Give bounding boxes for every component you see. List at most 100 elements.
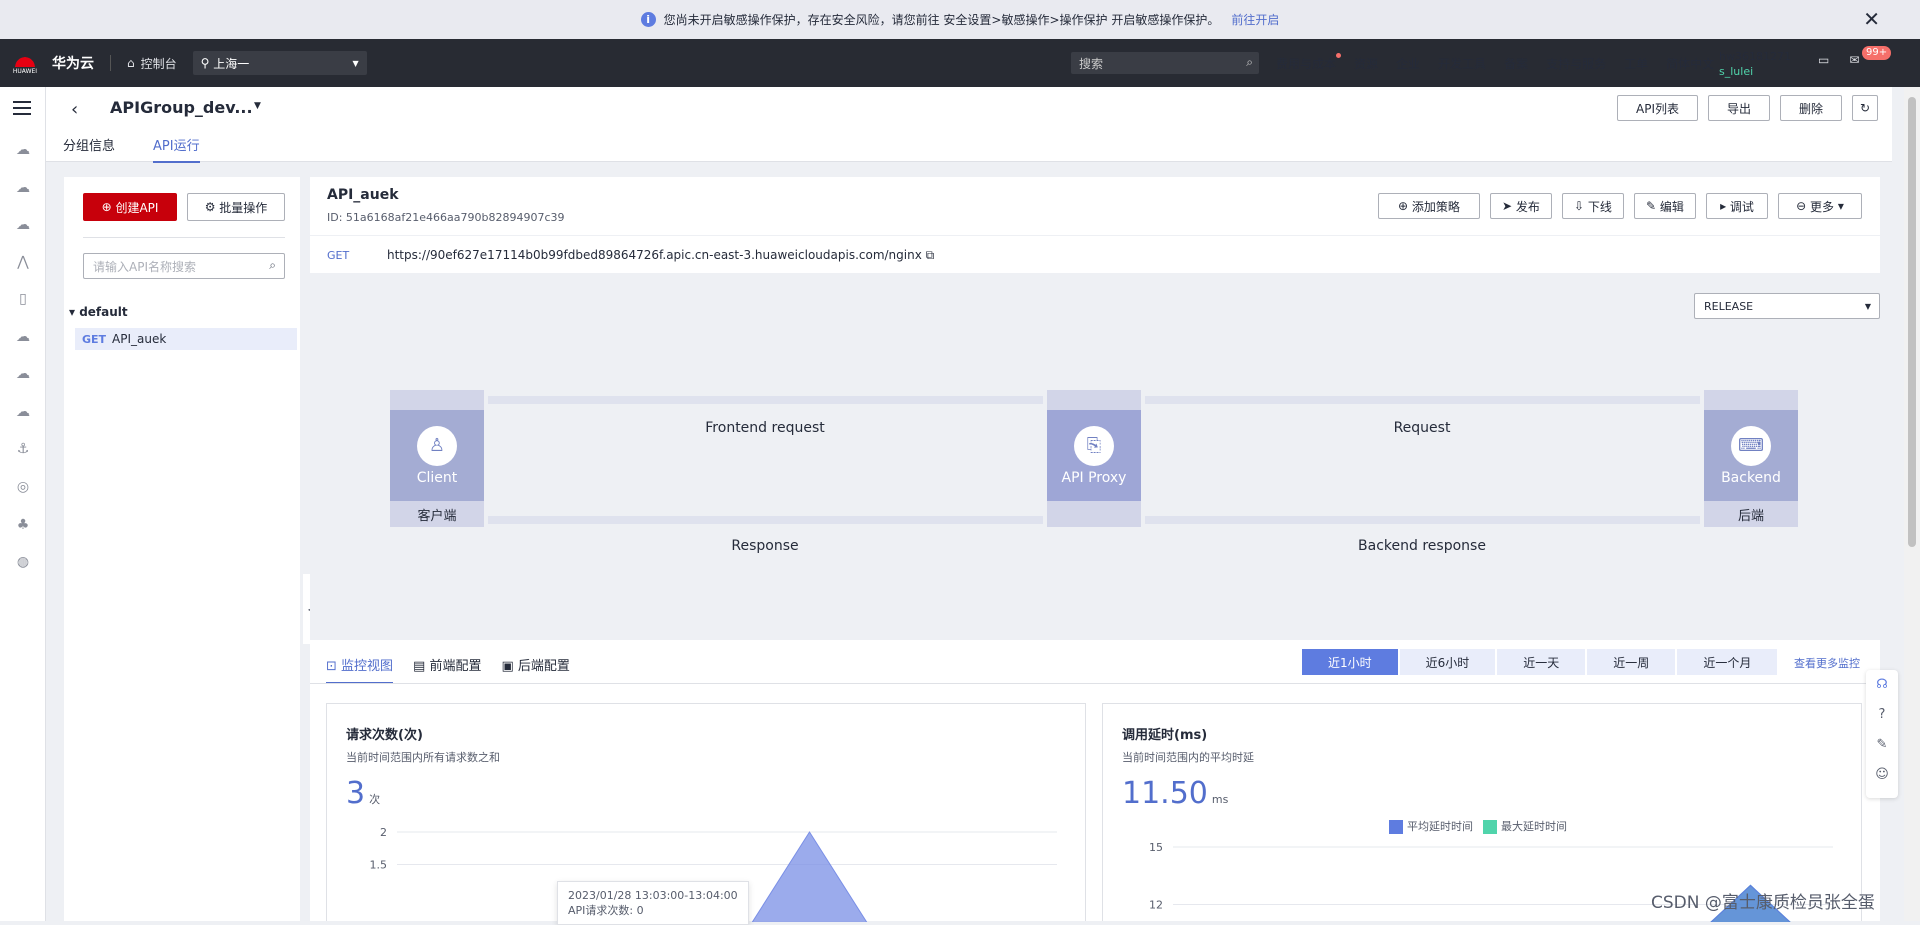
legend-avg[interactable]: 平均延时时间 — [1389, 818, 1473, 834]
legend-max[interactable]: 最大延时时间 — [1483, 818, 1567, 834]
range-1w-button[interactable]: 近一周 — [1587, 649, 1676, 675]
nav-link-enterprise[interactable]: 企业 — [1396, 55, 1420, 72]
nav-link-devtools[interactable]: 开发工具 — [1438, 55, 1486, 72]
api-id: ID: 51a6168af21e466aa790b82894907c39 — [327, 211, 565, 224]
edit-button[interactable]: ✎ 编辑 — [1634, 193, 1696, 219]
more-monitoring-link[interactable]: 查看更多监控 — [1794, 655, 1860, 671]
response-label: Response — [731, 538, 799, 554]
device-icon[interactable]: ▯ — [14, 290, 32, 308]
globe-icon[interactable]: ◍ — [14, 553, 32, 571]
nav-link-beian[interactable]: 备案 — [1504, 55, 1528, 72]
monitor-section: ⊡ 监控视图 ▤ 前端配置 ▣ 后端配置 近1小时 近6小时 近一天 近一周 近… — [310, 640, 1880, 925]
page-scrollbar[interactable] — [1904, 87, 1920, 921]
cloud-service-icon[interactable]: ☁ — [14, 141, 32, 159]
tab-backend-config[interactable]: ▣ 后端配置 — [501, 655, 569, 684]
terminal-icon[interactable]: ▭ — [1818, 53, 1829, 67]
api-detail-card: API_auek ID: 51a6168af21e466aa790b828949… — [310, 177, 1880, 273]
chevron-down-icon: ▼ — [1864, 301, 1871, 311]
cloud-service-icon[interactable]: ☁ — [14, 365, 32, 383]
api-list-button[interactable]: API列表 — [1617, 95, 1698, 121]
brand-name: 华为云 — [52, 56, 94, 72]
create-api-button[interactable]: ⊕ 创建API — [83, 193, 177, 221]
nav-link-support[interactable]: 支持与服务 — [1546, 55, 1606, 72]
headset-icon[interactable]: ☊ — [1866, 670, 1898, 700]
group-title: APIGroup_dev... — [110, 98, 253, 117]
frontend-request-label: Frontend request — [705, 420, 825, 436]
environment-select[interactable]: RELEASE ▼ — [1694, 293, 1880, 319]
user-icon: ♙ — [417, 425, 457, 466]
range-1m-button[interactable]: 近一个月 — [1677, 649, 1778, 675]
backend-response-arrow — [1145, 516, 1700, 524]
y-tick-label: 1.5 — [370, 859, 388, 872]
publish-button[interactable]: ➤ 发布 — [1490, 193, 1552, 219]
range-1d-button[interactable]: 近一天 — [1497, 649, 1586, 675]
search-icon[interactable]: ⌕ — [1246, 55, 1253, 70]
security-notice-bar: i 您尚未开启敏感操作保护，存在安全风险，请您前往 安全设置>敏感操作>操作保护… — [0, 0, 1920, 39]
menu-icon[interactable] — [13, 101, 31, 115]
request-count-value: 3次 — [346, 776, 381, 811]
tab-group-info[interactable]: 分组信息 — [63, 135, 115, 163]
anchor-icon[interactable]: ⚓ — [14, 440, 32, 458]
batch-operation-button[interactable]: ⚙ 批量操作 — [187, 193, 285, 221]
backend-node: ⌨ Backend 后端 — [1704, 390, 1798, 527]
request-count-pane: 请求次数(次) 当前时间范围内所有请求数之和 3次 2 1.5 2023/01/2… — [326, 703, 1086, 925]
nav-link-language[interactable]: 简体中文 — [1666, 55, 1714, 72]
huawei-logo[interactable]: HUAWEI 华为云 — [12, 49, 94, 77]
api-flow-diagram: RELEASE ▼ ♙ Client 客户端 ⎘ API Proxy ⌨ Backend… — [310, 280, 1880, 640]
refresh-icon[interactable]: ↻ — [1852, 95, 1878, 121]
export-button[interactable]: 导出 — [1708, 95, 1770, 121]
add-policy-button[interactable]: ⊕ 添加策略 — [1378, 193, 1480, 219]
search-input[interactable]: 搜索 ⌕ — [1071, 52, 1259, 74]
tree-group-default[interactable]: ▾ default — [69, 305, 128, 319]
smile-icon[interactable]: ☺ — [1866, 760, 1898, 790]
group-icon[interactable]: ♣ — [14, 516, 32, 534]
watermark: CSDN @富士康质检员张全蛋 — [1651, 893, 1875, 913]
cloud-service-icon[interactable]: ☁ — [14, 179, 32, 197]
tree-item-api[interactable]: GET API_auek — [75, 328, 297, 350]
api-name: API_auek — [327, 187, 399, 203]
console-link[interactable]: ⌂ 控制台 — [127, 55, 177, 72]
user-account[interactable]: hw36181271 s_lulei — [1719, 49, 1791, 79]
search-icon[interactable]: ⌕ — [269, 258, 276, 273]
offline-button[interactable]: ⇩ 下线 — [1562, 193, 1624, 219]
info-icon: i — [640, 12, 656, 27]
tab-api-run[interactable]: API运行 — [153, 135, 200, 163]
plus-icon: ⊕ — [101, 200, 116, 214]
tab-frontend-config[interactable]: ▤ 前端配置 — [413, 655, 481, 684]
group-header: ‹ APIGroup_dev... ▼ 分组信息 API运行 API列表 导出 … — [46, 87, 1892, 163]
cloud-service-icon[interactable]: ☁ — [14, 328, 32, 346]
help-icon[interactable]: ? — [1866, 700, 1898, 730]
y-tick-label: 12 — [1149, 899, 1163, 912]
back-icon[interactable]: ‹ — [71, 99, 78, 120]
range-6h-button[interactable]: 近6小时 — [1399, 649, 1496, 675]
cloud-service-icon[interactable]: ☁ — [14, 216, 32, 234]
service-sidebar: ☁ ☁ ☁ ⋀ ▯ ☁ ☁ ☁ ⚓ ◎ ♣ ◍ — [0, 87, 46, 921]
nav-link-cost[interactable]: 费用与成本 — [1276, 52, 1342, 72]
frontend-request-arrow — [488, 396, 1043, 404]
mail-icon[interactable]: ✉ — [1849, 53, 1859, 67]
request-label: Request — [1393, 420, 1451, 436]
notice-text: 您尚未开启敏感操作保护，存在安全风险，请您前往 安全设置>敏感操作>操作保护 开… — [663, 13, 1220, 27]
range-1h-button[interactable]: 近1小时 — [1302, 649, 1398, 675]
feedback-icon[interactable]: ✎ — [1866, 730, 1898, 760]
region-select[interactable]: ⚲ 上海一 ▼ — [192, 51, 367, 75]
more-button[interactable]: ⊖ 更多 ▾ — [1778, 193, 1862, 219]
nav-link-ticket[interactable]: 工单 — [1624, 55, 1648, 72]
notice-link[interactable]: 前往开启 — [1231, 11, 1279, 28]
chevron-down-icon[interactable]: ▼ — [254, 101, 261, 111]
security-icon[interactable]: ◎ — [14, 478, 32, 496]
cloud-service-icon[interactable]: ☁ — [14, 403, 32, 421]
debug-button[interactable]: ▸ 调试 — [1706, 193, 1768, 219]
copy-icon[interactable]: ⧉ — [926, 248, 935, 262]
caret-down-icon: ▾ — [69, 305, 80, 319]
tab-monitor-view[interactable]: ⊡ 监控视图 — [326, 655, 394, 684]
gear-icon: ⚙ — [204, 200, 220, 214]
code-window-icon: ⌨ — [1731, 425, 1771, 466]
floating-toolbar: ☊ ? ✎ ☺ — [1866, 670, 1898, 798]
api-search-input[interactable]: 请输入API名称搜索 ⌕ — [83, 253, 285, 279]
y-tick-label: 15 — [1149, 841, 1163, 854]
nav-link-resource[interactable]: 资源 — [1354, 55, 1378, 72]
close-icon[interactable]: ✕ — [1863, 9, 1880, 29]
network-icon[interactable]: ⋀ — [14, 253, 32, 271]
delete-button[interactable]: 删除 — [1780, 95, 1842, 121]
